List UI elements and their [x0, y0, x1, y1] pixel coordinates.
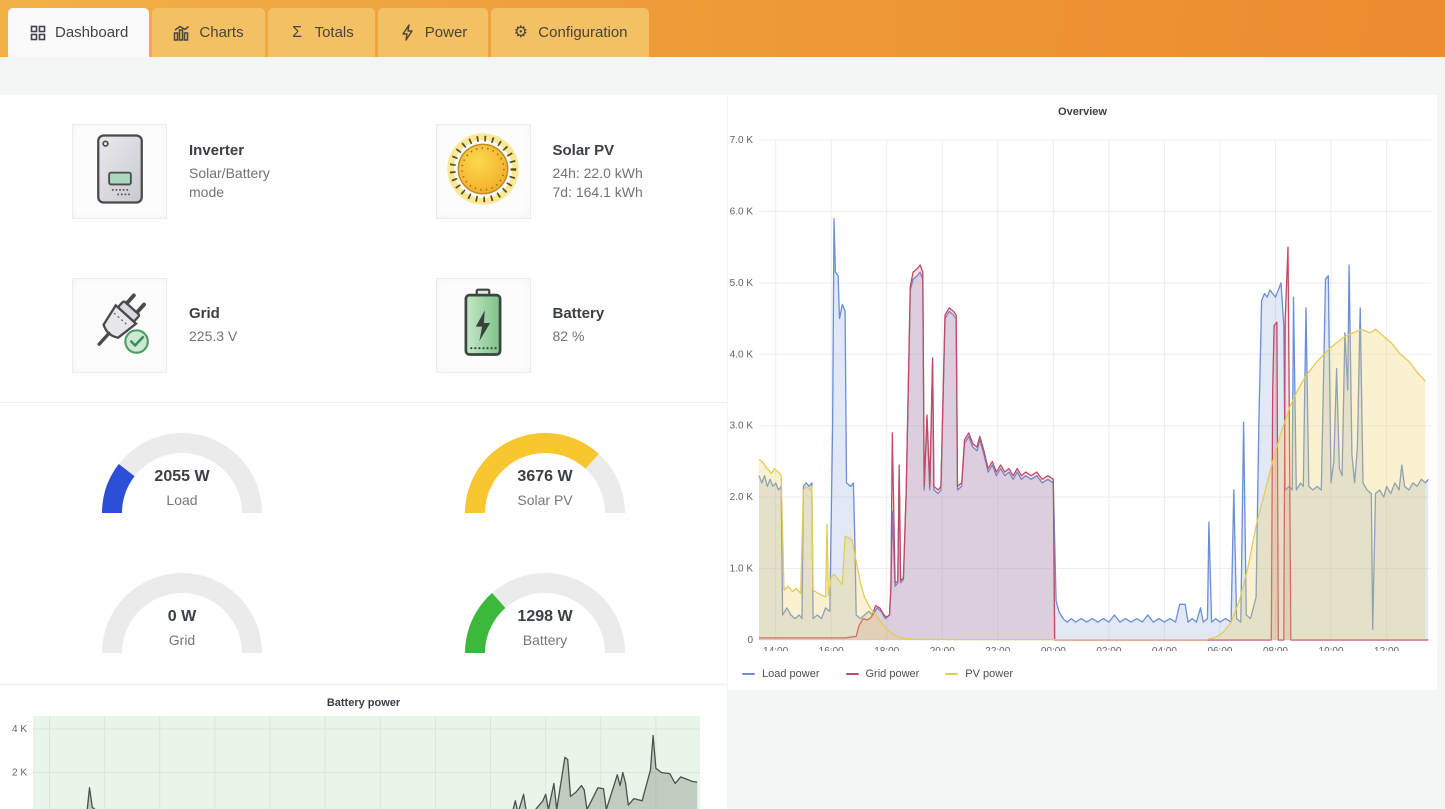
legend-item-pv-power[interactable]: PV power: [945, 668, 1013, 680]
legend-item-grid-power[interactable]: Grid power: [846, 668, 920, 680]
svg-text:16:00: 16:00: [819, 646, 844, 651]
dashboard-grid-icon: [29, 24, 46, 41]
tile-line: mode: [189, 183, 270, 201]
svg-text:0: 0: [747, 635, 753, 646]
battery-chart-canvas[interactable]: 02 K4 K: [0, 714, 727, 809]
legend-label: Load power: [762, 668, 820, 680]
charts-icon: [173, 24, 190, 41]
battery-gauge: 1298 W Battery: [455, 563, 635, 664]
svg-text:04:00: 04:00: [1152, 646, 1177, 651]
grid-power-swatch: [846, 673, 859, 675]
overview-chart-canvas[interactable]: 14:00 16:00 18:00 20:00 22:00 00:00 02:00 04:00…: [728, 119, 1437, 651]
tile-line: 82 %: [553, 327, 605, 345]
gauge-label: Grid: [169, 632, 195, 648]
gauge-label: Solar PV: [518, 492, 574, 508]
dashboard-app: Dashboard Charts Σ Totals Power ⚙ Config…: [0, 0, 1445, 809]
svg-text:22:00: 22:00: [985, 646, 1010, 651]
tile-title: Grid: [189, 305, 237, 322]
battery-chart-title: Battery power: [0, 686, 727, 709]
tile-inverter: Inverter Solar/Battery mode: [0, 95, 364, 249]
load-power-swatch: [742, 673, 755, 675]
tab-totals[interactable]: Σ Totals: [268, 8, 375, 57]
tab-label: Totals: [315, 24, 354, 41]
svg-text:3.0 K: 3.0 K: [730, 421, 754, 432]
overview-legend: Load power Grid power PV power: [742, 668, 1013, 680]
gauge-label: Load: [166, 492, 197, 508]
tab-charts[interactable]: Charts: [152, 8, 264, 57]
gauge-value: 0 W: [168, 608, 197, 625]
sun-icon: [445, 131, 521, 212]
sigma-icon: Σ: [289, 24, 306, 41]
tile-line: 7d: 164.1 kWh: [553, 183, 643, 201]
svg-text:14:00: 14:00: [763, 646, 788, 651]
tile-line: Solar/Battery: [189, 164, 270, 182]
gear-icon: ⚙: [512, 24, 529, 41]
gauge-value: 2055 W: [154, 468, 210, 485]
svg-text:20:00: 20:00: [930, 646, 955, 651]
svg-text:12:00: 12:00: [1374, 646, 1399, 651]
tile-title: Battery: [553, 305, 605, 322]
tile-line: 225.3 V: [189, 327, 237, 345]
gauge-label: Battery: [523, 632, 567, 648]
svg-text:5.0 K: 5.0 K: [730, 278, 754, 289]
svg-text:06:00: 06:00: [1207, 646, 1232, 651]
svg-text:7.0 K: 7.0 K: [730, 135, 754, 146]
plug-icon: [81, 284, 159, 367]
grid-gauge: 0 W Grid: [92, 563, 272, 664]
inverter-icon: [91, 132, 149, 211]
gauge-value: 3676 W: [518, 468, 574, 485]
pv-power-swatch: [945, 673, 958, 675]
svg-text:4.0 K: 4.0 K: [730, 349, 754, 360]
gauges-card: 2055 W Load 3676 W Solar PV 0 W Grid: [0, 403, 727, 683]
svg-text:1.0 K: 1.0 K: [730, 564, 754, 575]
svg-text:2.0 K: 2.0 K: [730, 492, 754, 503]
svg-text:4 K: 4 K: [12, 724, 27, 735]
svg-text:00:00: 00:00: [1041, 646, 1066, 651]
tab-label: Dashboard: [55, 24, 128, 41]
overview-chart-card: Overview 14:00 16:00 18:00 20:00 22:00 00:00 0…: [728, 95, 1437, 690]
load-gauge: 2055 W Load: [92, 423, 272, 524]
legend-item-load-power[interactable]: Load power: [742, 668, 820, 680]
svg-text:18:00: 18:00: [874, 646, 899, 651]
tile-solar-pv: Solar PV 24h: 22.0 kWh 7d: 164.1 kWh: [364, 95, 728, 249]
svg-text:10:00: 10:00: [1319, 646, 1344, 651]
tab-configuration[interactable]: ⚙ Configuration: [491, 8, 648, 57]
status-tiles-card: Inverter Solar/Battery mode Sola: [0, 95, 727, 403]
svg-text:6.0 K: 6.0 K: [730, 206, 754, 217]
svg-text:2 K: 2 K: [12, 768, 27, 779]
tile-battery: Battery 82 %: [364, 249, 728, 403]
solar-pv-gauge: 3676 W Solar PV: [455, 423, 635, 524]
tab-label: Configuration: [538, 24, 627, 41]
tile-line: 24h: 22.0 kWh: [553, 164, 643, 182]
battery-icon: [447, 284, 519, 367]
lightning-icon: [399, 24, 416, 41]
svg-text:08:00: 08:00: [1263, 646, 1288, 651]
tile-title: Solar PV: [553, 142, 643, 159]
tile-title: Inverter: [189, 142, 270, 159]
battery-chart-card: Battery power 02 K4 K: [0, 686, 727, 809]
tab-power[interactable]: Power: [378, 8, 489, 57]
tile-grid: Grid 225.3 V: [0, 249, 364, 403]
tab-label: Power: [425, 24, 468, 41]
gauge-value: 1298 W: [518, 608, 574, 625]
legend-label: Grid power: [866, 668, 920, 680]
header-tabbar: Dashboard Charts Σ Totals Power ⚙ Config…: [0, 0, 1445, 57]
svg-text:02:00: 02:00: [1096, 646, 1121, 651]
overview-chart-title: Overview: [728, 95, 1437, 118]
tab-dashboard[interactable]: Dashboard: [8, 8, 149, 57]
legend-label: PV power: [965, 668, 1013, 680]
tab-label: Charts: [199, 24, 243, 41]
